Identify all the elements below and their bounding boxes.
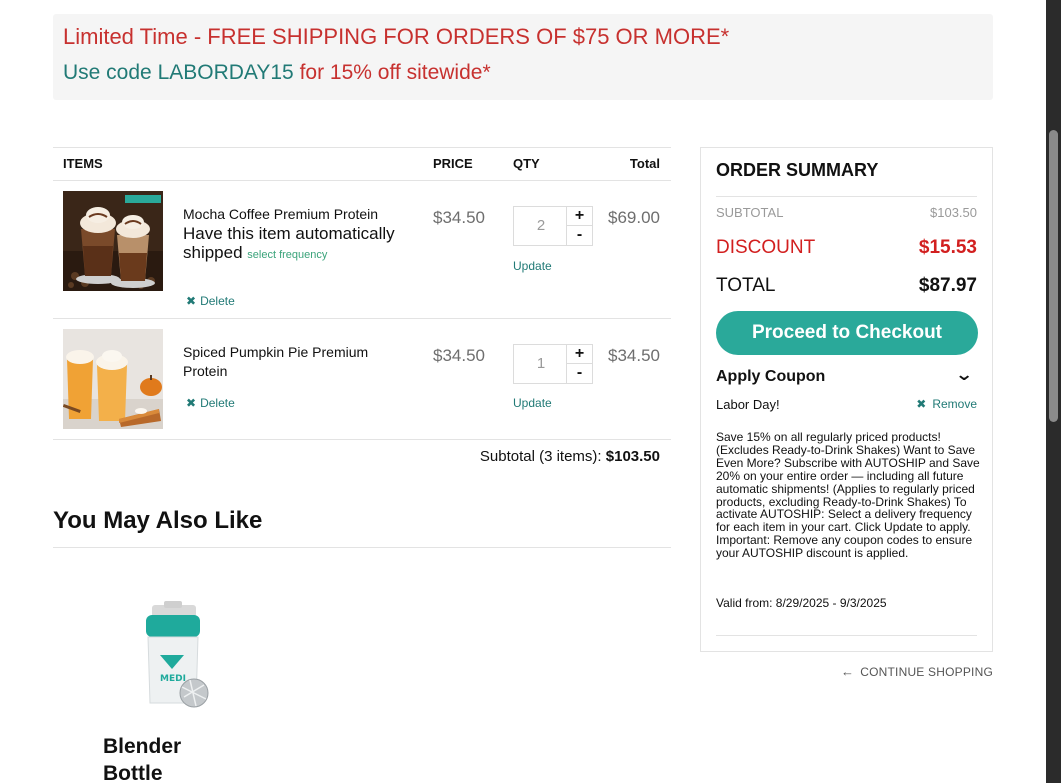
proceed-to-checkout-button[interactable]: Proceed to Checkout <box>716 311 978 355</box>
item-price: $34.50 <box>433 208 485 227</box>
blender-bottle-image[interactable]: MEDI <box>130 595 230 715</box>
mocha-product-image[interactable] <box>63 191 163 291</box>
recommendations-title: You May Also Like <box>53 507 263 534</box>
qty-plus-button[interactable]: + <box>566 345 592 364</box>
pumpkin-product-image[interactable] <box>63 329 163 429</box>
delete-button[interactable]: ✖ Delete <box>186 294 235 308</box>
promo-code-text: Use code LABORDAY15 for 15% off sitewide… <box>63 61 491 85</box>
apply-coupon-label: Apply Coupon <box>716 368 826 385</box>
quantity-input[interactable]: 2 <box>514 207 568 245</box>
item-total: $34.50 <box>608 346 660 365</box>
promo-code: LABORDAY15 <box>157 61 294 84</box>
header-items: ITEMS <box>63 156 103 171</box>
cart-item-row: Mocha Coffee Premium Protein Have this i… <box>53 181 671 319</box>
promo-code-mid: for <box>293 61 330 84</box>
remove-label: Remove <box>932 397 977 411</box>
quantity-stepper[interactable]: 2 + - <box>513 206 593 246</box>
total-label: TOTAL <box>716 275 776 296</box>
promo-banner: Limited Time - FREE SHIPPING FOR ORDERS … <box>53 14 993 100</box>
delete-label: Delete <box>200 396 235 410</box>
recommendation-name[interactable]: Blender Bottle <box>103 733 243 783</box>
subtotal-value: $103.50 <box>930 205 977 220</box>
update-link[interactable]: Update <box>513 259 552 273</box>
delete-button[interactable]: ✖ Delete <box>186 396 235 410</box>
total-value: $87.97 <box>918 275 977 296</box>
product-name[interactable]: Mocha Coffee Premium Protein <box>183 205 378 224</box>
subtotal-label: Subtotal (3 items): <box>479 448 602 465</box>
arrow-left-icon: ← <box>841 664 855 679</box>
divider <box>53 547 671 548</box>
update-link[interactable]: Update <box>513 396 552 410</box>
qty-minus-button[interactable]: - <box>566 226 592 245</box>
close-x-icon: ✖ <box>916 397 927 411</box>
header-qty: QTY <box>513 156 540 171</box>
header-total: Total <box>629 156 660 171</box>
quantity-input[interactable]: 1 <box>514 345 568 383</box>
header-price: PRICE <box>433 156 473 171</box>
quantity-stepper[interactable]: 1 + - <box>513 344 593 384</box>
cart-item-row: Spiced Pumpkin Pie Premium Protein ✖ Dele… <box>53 319 671 440</box>
summary-title: ORDER SUMMARY <box>716 160 879 180</box>
promo-shipping-text: Limited Time - FREE SHIPPING FOR ORDERS … <box>63 24 730 49</box>
coupon-description: Save 15% on all regularly priced product… <box>716 430 980 561</box>
select-frequency-link[interactable]: select frequency <box>247 249 327 261</box>
discount-value: $15.53 <box>918 237 977 258</box>
coupon-valid-dates: Valid from: 8/29/2025 - 9/3/2025 <box>716 596 887 610</box>
cart-header-row: ITEMS PRICE QTY Total <box>53 147 671 181</box>
divider <box>716 635 977 636</box>
close-x-icon: ✖ <box>186 294 197 308</box>
page-scrollbar[interactable] <box>1046 0 1061 783</box>
continue-shopping-label: CONTINUE SHOPPING <box>860 665 993 679</box>
applied-coupon-name: Labor Day! <box>716 397 780 412</box>
product-name[interactable]: Spiced Pumpkin Pie Premium Protein <box>183 343 398 381</box>
promo-code-prefix: Use code <box>63 61 158 84</box>
item-total: $69.00 <box>608 208 660 227</box>
qty-plus-button[interactable]: + <box>566 207 592 226</box>
order-summary: ORDER SUMMARY SUBTOTAL $103.50 DISCOUNT … <box>700 147 993 652</box>
cart-table: ITEMS PRICE QTY Total Mocha Coffee Premi… <box>53 147 671 465</box>
promo-offer: 15% off sitewide* <box>329 61 491 84</box>
item-price: $34.50 <box>433 346 485 365</box>
discount-label: DISCOUNT <box>716 237 816 258</box>
divider <box>716 196 977 197</box>
bottle-logo-text: MEDI <box>160 674 186 684</box>
qty-minus-button[interactable]: - <box>566 364 592 383</box>
scrollbar-thumb[interactable] <box>1049 130 1058 422</box>
cart-subtotal: Subtotal (3 items): $103.50 <box>480 448 660 465</box>
remove-coupon-button[interactable]: ✖ Remove <box>916 397 977 411</box>
delete-label: Delete <box>200 294 235 308</box>
continue-shopping-link[interactable]: ← CONTINUE SHOPPING <box>841 664 993 679</box>
apply-coupon-toggle[interactable]: Apply Coupon ⌄ <box>716 365 977 386</box>
subtotal-value: $103.50 <box>605 448 660 465</box>
autoship-option: Have this item automatically shipped sel… <box>183 224 413 265</box>
chevron-down-icon[interactable]: ⌄ <box>955 365 974 385</box>
close-x-icon: ✖ <box>186 396 197 410</box>
subtotal-label: SUBTOTAL <box>716 205 784 220</box>
